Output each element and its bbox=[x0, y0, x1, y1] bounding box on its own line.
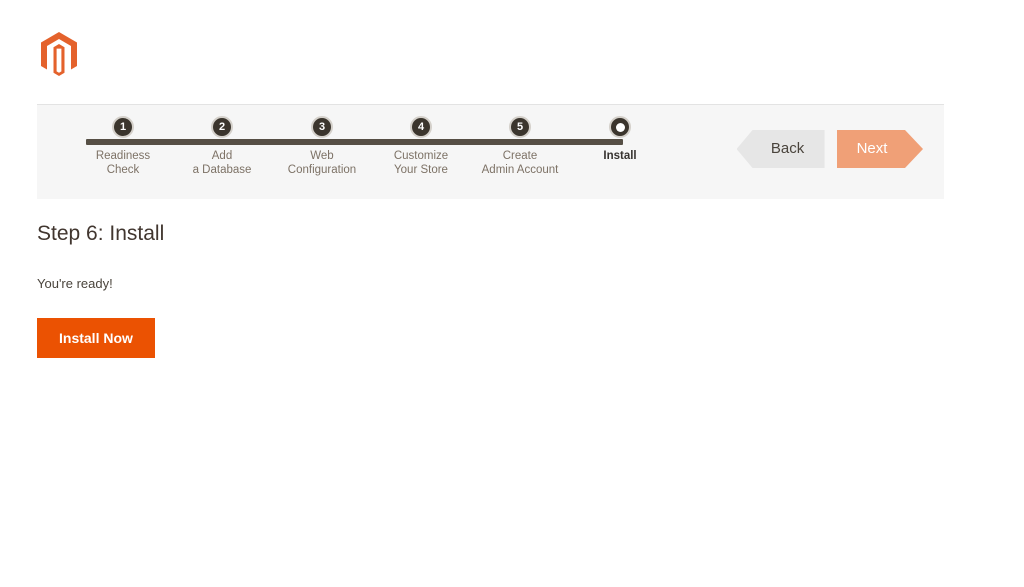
step-number: 4 bbox=[417, 121, 425, 133]
main-content: Step 6: Install You're ready! Install No… bbox=[37, 220, 944, 358]
step-dot-wrap bbox=[560, 105, 680, 147]
step-number: 5 bbox=[516, 121, 524, 133]
progress-step-install[interactable]: Install bbox=[560, 105, 680, 163]
progress-steps: 1 Readiness Check 2 Add a Database 3 Web… bbox=[37, 105, 697, 200]
step-number-badge: 3 bbox=[311, 116, 333, 138]
install-now-button[interactable]: Install Now bbox=[37, 318, 155, 358]
step-number: 2 bbox=[218, 121, 226, 133]
step-number-badge: 1 bbox=[112, 116, 134, 138]
step-number: 1 bbox=[119, 121, 127, 133]
step-number-badge bbox=[609, 116, 631, 138]
step-number: 3 bbox=[318, 121, 326, 133]
step-number-badge: 5 bbox=[509, 116, 531, 138]
progress-nav-panel: 1 Readiness Check 2 Add a Database 3 Web… bbox=[37, 104, 944, 199]
nav-button-group: Back Next bbox=[736, 130, 923, 168]
page-title: Step 6: Install bbox=[37, 222, 165, 245]
magento-logo bbox=[37, 30, 81, 80]
magento-logo-icon bbox=[41, 32, 77, 76]
step-label: Install bbox=[603, 150, 637, 162]
step-number-badge: 4 bbox=[410, 116, 432, 138]
ready-message: You're ready! bbox=[37, 276, 113, 291]
back-button[interactable]: Back bbox=[736, 130, 825, 168]
next-button[interactable]: Next bbox=[837, 130, 923, 168]
step-active-dot bbox=[615, 122, 625, 132]
step-number-badge: 2 bbox=[211, 116, 233, 138]
